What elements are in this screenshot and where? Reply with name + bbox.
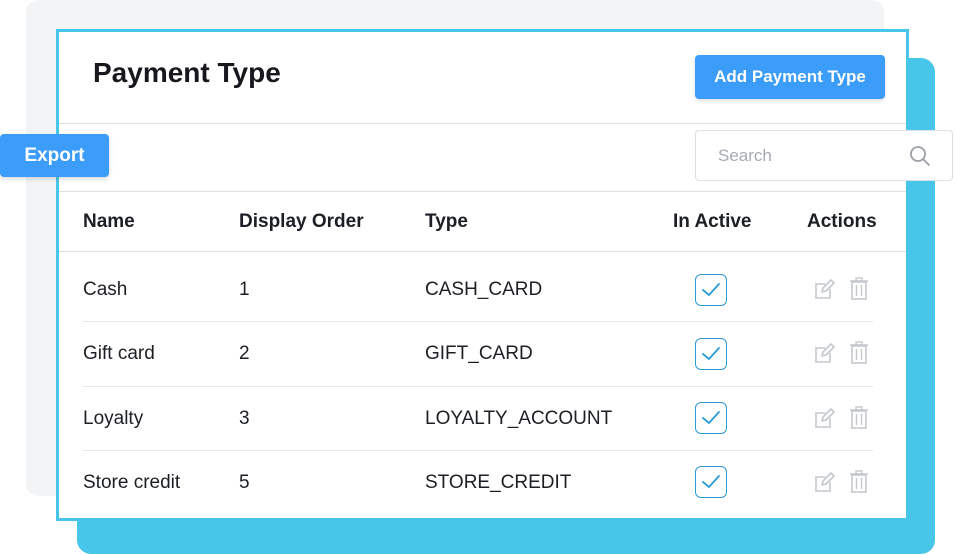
row-divider [83,386,873,387]
cell-display-order: 1 [239,279,250,300]
in-active-checkbox[interactable] [695,466,727,498]
export-button[interactable]: Export [0,134,109,177]
cell-display-order: 3 [239,408,250,429]
column-header-name[interactable]: Name [83,211,135,233]
check-icon [702,283,720,296]
edit-icon[interactable] [813,342,835,366]
check-icon [702,411,720,424]
check-icon [702,347,720,360]
cell-type: GIFT_CARD [425,343,533,364]
header-divider [59,123,906,124]
edit-icon[interactable] [813,407,835,431]
in-active-checkbox[interactable] [695,274,727,306]
row-divider [83,321,873,322]
trash-icon[interactable] [848,277,870,301]
edit-icon[interactable] [813,278,835,302]
cell-display-order: 5 [239,472,250,493]
toolbar-divider [59,191,906,192]
cell-name: Loyalty [83,408,144,429]
in-active-checkbox[interactable] [695,338,727,370]
add-payment-type-button[interactable]: Add Payment Type [695,55,885,99]
table-header-divider [59,251,906,252]
search-field[interactable]: Search [695,130,953,181]
cell-name: Gift card [83,343,155,364]
in-active-checkbox[interactable] [695,402,727,434]
search-icon[interactable] [908,144,932,168]
cell-type: LOYALTY_ACCOUNT [425,408,613,429]
page-title: Payment Type [93,57,281,88]
trash-icon[interactable] [848,341,870,365]
cell-display-order: 2 [239,343,250,364]
trash-icon[interactable] [848,470,870,494]
column-header-in-active[interactable]: In Active [673,211,752,233]
cell-type: STORE_CREDIT [425,472,572,493]
trash-icon[interactable] [848,406,870,430]
cell-type: CASH_CARD [425,279,543,300]
search-input[interactable]: Search [718,146,908,166]
edit-icon[interactable] [813,471,835,495]
cell-name: Store credit [83,472,181,493]
column-header-actions: Actions [807,211,877,232]
check-icon [702,475,720,488]
payment-type-card: Payment Type Add Payment Type Search Nam… [56,29,953,521]
column-header-display-order[interactable]: Display Order [239,211,364,233]
row-divider [83,450,873,451]
stage: Payment Type Add Payment Type Search Nam… [0,0,955,555]
column-header-type[interactable]: Type [425,211,468,233]
cell-name: Cash [83,279,128,300]
